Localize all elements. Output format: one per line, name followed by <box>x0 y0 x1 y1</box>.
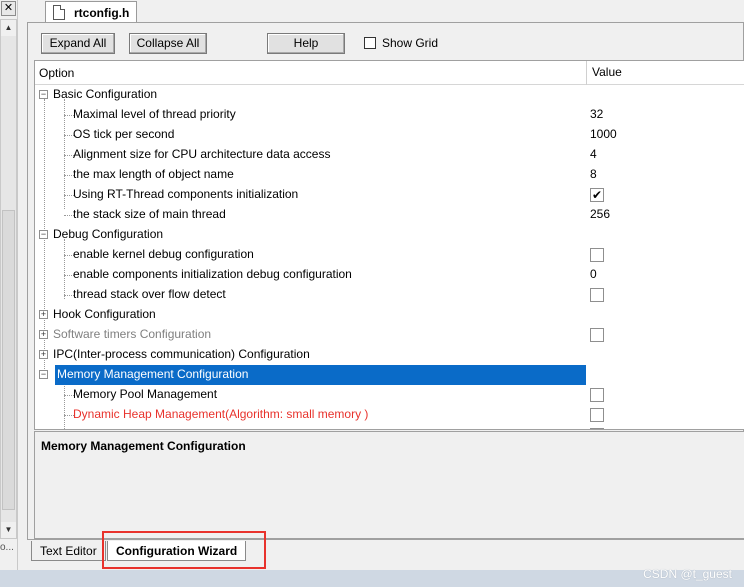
tree-row[interactable]: enable components initialization debug c… <box>35 265 744 285</box>
tree-row[interactable]: OS tick per second 1000 <box>35 125 744 145</box>
annotation-highlight-box <box>102 531 266 569</box>
tree-row-partial[interactable] <box>35 425 744 429</box>
options-grid: Option Value − Basic Configuration Maxim… <box>34 60 744 430</box>
row-value[interactable]: 8 <box>590 167 597 181</box>
expand-all-button[interactable]: Expand All <box>41 33 115 54</box>
row-checkbox-checked[interactable]: ✔ <box>590 188 604 202</box>
collapse-icon[interactable]: − <box>39 90 48 99</box>
row-checkbox[interactable] <box>590 248 604 262</box>
row-label: enable components initialization debug c… <box>73 267 352 281</box>
show-grid-checkbox[interactable] <box>364 37 376 49</box>
value-column-header[interactable]: Value <box>592 65 622 79</box>
tree-row-basic-configuration[interactable]: − Basic Configuration <box>35 85 744 105</box>
file-tab-rtconfig[interactable]: rtconfig.h <box>45 1 137 23</box>
expand-icon[interactable]: + <box>39 330 48 339</box>
row-label: Memory Management Configuration <box>57 367 249 381</box>
row-label: OS tick per second <box>73 127 175 141</box>
row-label: the stack size of main thread <box>73 207 226 221</box>
row-checkbox[interactable] <box>590 328 604 342</box>
row-label: thread stack over flow detect <box>73 287 226 301</box>
tree-row[interactable]: Using RT-Thread components initializatio… <box>35 185 744 205</box>
row-value[interactable]: 0 <box>590 267 597 281</box>
row-label: Debug Configuration <box>53 227 164 241</box>
file-tab-label: rtconfig.h <box>74 6 130 20</box>
row-value[interactable]: 32 <box>590 107 603 121</box>
row-value[interactable]: 4 <box>590 147 597 161</box>
row-label: Alignment size for CPU architecture data… <box>73 147 331 161</box>
help-button[interactable]: Help <box>267 33 345 54</box>
row-checkbox[interactable] <box>590 388 604 402</box>
row-label: Using RT-Thread components initializatio… <box>73 187 299 201</box>
tree-row[interactable]: the stack size of main thread 256 <box>35 205 744 225</box>
tree-row[interactable]: Maximal level of thread priority 32 <box>35 105 744 125</box>
description-title: Memory Management Configuration <box>41 439 246 453</box>
collapse-all-button[interactable]: Collapse All <box>129 33 207 54</box>
row-label: the max length of object name <box>73 167 234 181</box>
tree-row-ipc-configuration[interactable]: + IPC(Inter-process communication) Confi… <box>35 345 744 365</box>
document-icon <box>53 5 65 20</box>
row-checkbox[interactable] <box>590 428 604 429</box>
tree-row[interactable]: thread stack over flow detect <box>35 285 744 305</box>
collapse-icon[interactable]: − <box>39 230 48 239</box>
row-checkbox[interactable] <box>590 408 604 422</box>
show-grid-label[interactable]: Show Grid <box>382 36 438 50</box>
row-checkbox[interactable] <box>590 288 604 302</box>
watermark-text: CSDN @t_guest <box>643 567 732 581</box>
option-column-header[interactable]: Option <box>39 66 74 80</box>
row-label: Maximal level of thread priority <box>73 107 236 121</box>
vertical-scrollbar[interactable]: ▲ ▼ <box>0 19 17 539</box>
expand-icon[interactable]: + <box>39 310 48 319</box>
tree-row[interactable]: Alignment size for CPU architecture data… <box>35 145 744 165</box>
close-icon[interactable]: ✕ <box>1 1 16 16</box>
row-label: Hook Configuration <box>53 307 156 321</box>
tree-row[interactable]: the max length of object name 8 <box>35 165 744 185</box>
scroll-up-icon[interactable]: ▲ <box>1 20 16 36</box>
row-label-warning: Dynamic Heap Management(Algorithm: small… <box>73 407 369 421</box>
tree-row[interactable]: enable kernel debug configuration <box>35 245 744 265</box>
expand-icon[interactable]: + <box>39 350 48 359</box>
collapse-icon[interactable]: − <box>39 370 48 379</box>
tree-row-hook-configuration[interactable]: + Hook Configuration <box>35 305 744 325</box>
scroll-down-icon[interactable]: ▼ <box>1 522 16 538</box>
tab-text-editor[interactable]: Text Editor <box>31 541 106 561</box>
outer-left-panel: ✕ ▲ ▼ o... <box>0 0 18 570</box>
row-label: Memory Pool Management <box>73 387 218 401</box>
column-separator[interactable] <box>586 61 587 85</box>
description-panel: Memory Management Configuration <box>34 431 744 539</box>
grid-header: Option Value <box>35 61 744 85</box>
row-label: enable kernel debug configuration <box>73 247 254 261</box>
row-label: IPC(Inter-process communication) Configu… <box>53 347 310 361</box>
row-value[interactable]: 1000 <box>590 127 617 141</box>
tree-row-debug-configuration[interactable]: − Debug Configuration <box>35 225 744 245</box>
row-label: Basic Configuration <box>53 87 158 101</box>
tree-row-memory-management[interactable]: − Memory Management Configuration <box>35 365 744 385</box>
scrollbar-thumb[interactable] <box>2 210 15 510</box>
row-label: Software timers Configuration <box>53 327 212 341</box>
tree-row-software-timers[interactable]: + Software timers Configuration <box>35 325 744 345</box>
configuration-wizard-panel: Expand All Collapse All Help Show Grid O… <box>27 22 744 540</box>
status-strip <box>0 570 744 587</box>
row-value[interactable]: 256 <box>590 207 610 221</box>
tree-row[interactable]: Dynamic Heap Management(Algorithm: small… <box>35 405 744 425</box>
tree-row[interactable]: Memory Pool Management <box>35 385 744 405</box>
left-bottom-text: o... <box>0 542 14 553</box>
